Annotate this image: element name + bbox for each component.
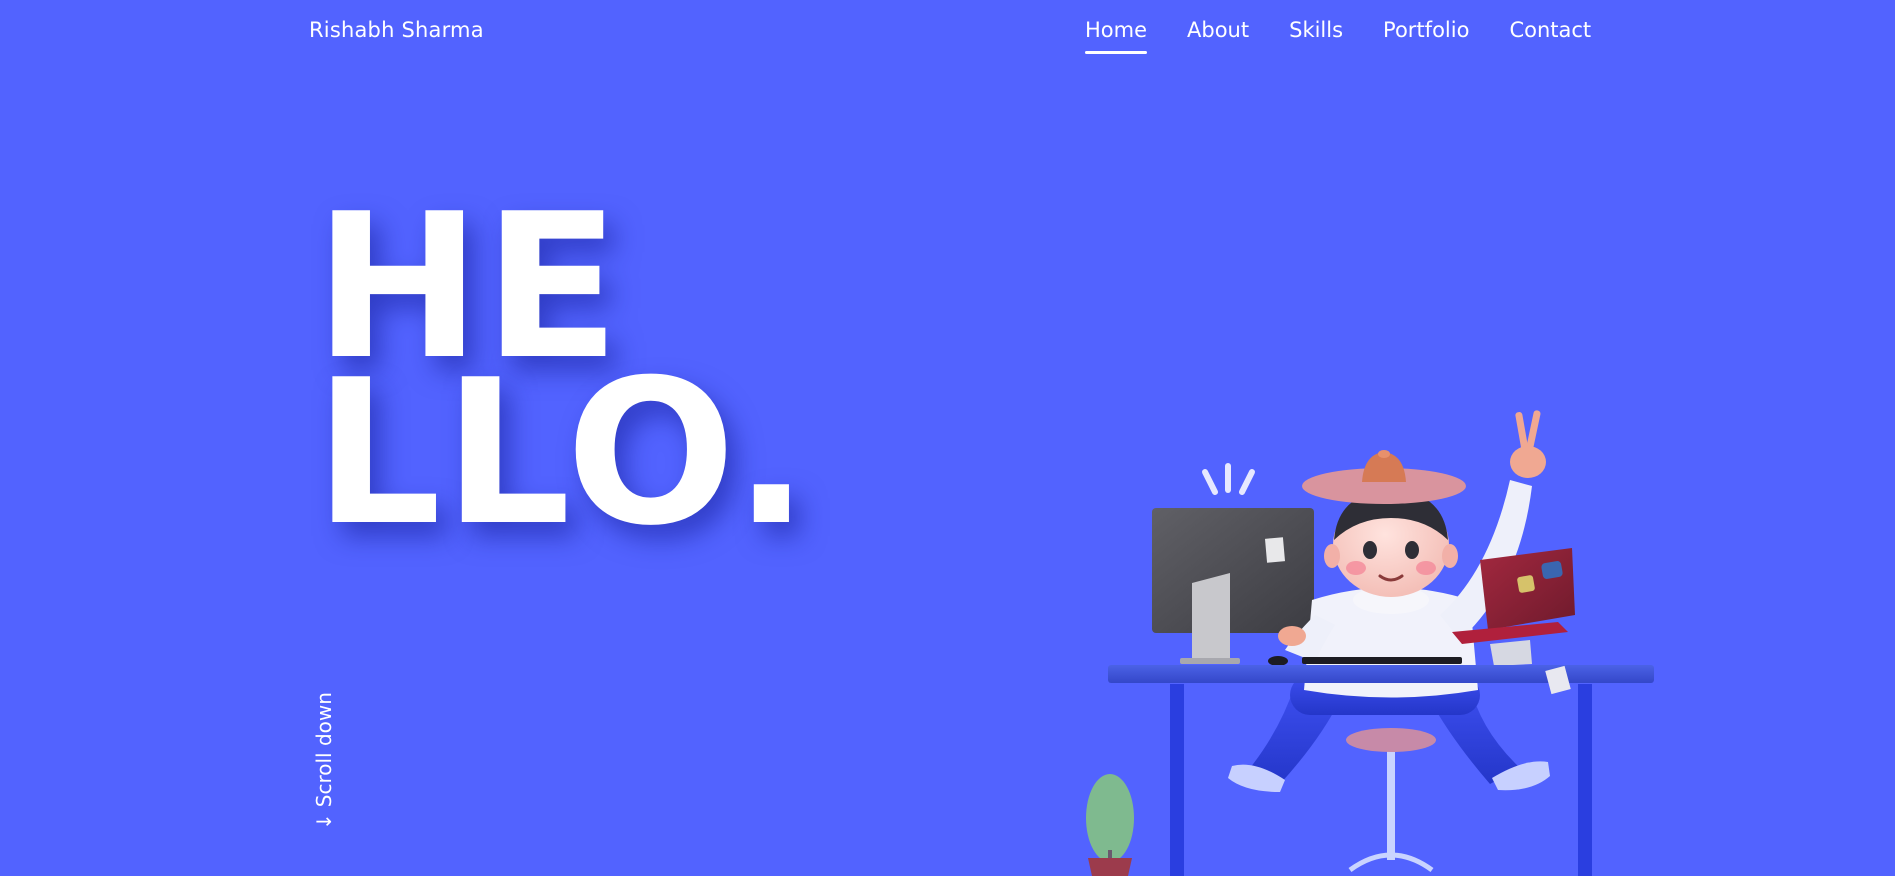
nav-portfolio[interactable]: Portfolio: [1383, 18, 1469, 54]
scroll-down-label: Scroll down: [312, 692, 336, 808]
brand-name[interactable]: Rishabh Sharma: [309, 18, 484, 42]
page: Rishabh Sharma Home About Skills Portfol…: [0, 0, 1895, 876]
hero-line-2: LLO.: [314, 337, 812, 570]
nav-skills[interactable]: Skills: [1289, 18, 1343, 54]
developer-at-desk-illustration: [1086, 410, 1654, 876]
nav-home[interactable]: Home: [1085, 18, 1148, 54]
nav-contact[interactable]: Contact: [1509, 18, 1591, 54]
plant: [1086, 774, 1134, 876]
excitement-marks: [1202, 463, 1255, 495]
hero-heading: HE LLO.: [314, 188, 812, 570]
scroll-down-link[interactable]: ↓ Scroll down: [312, 692, 336, 830]
chair: [1346, 728, 1436, 873]
arrow-down-icon: ↓: [312, 813, 336, 830]
nav-about[interactable]: About: [1187, 18, 1249, 54]
main-nav: Home About Skills Portfolio Contact: [1085, 18, 1591, 54]
